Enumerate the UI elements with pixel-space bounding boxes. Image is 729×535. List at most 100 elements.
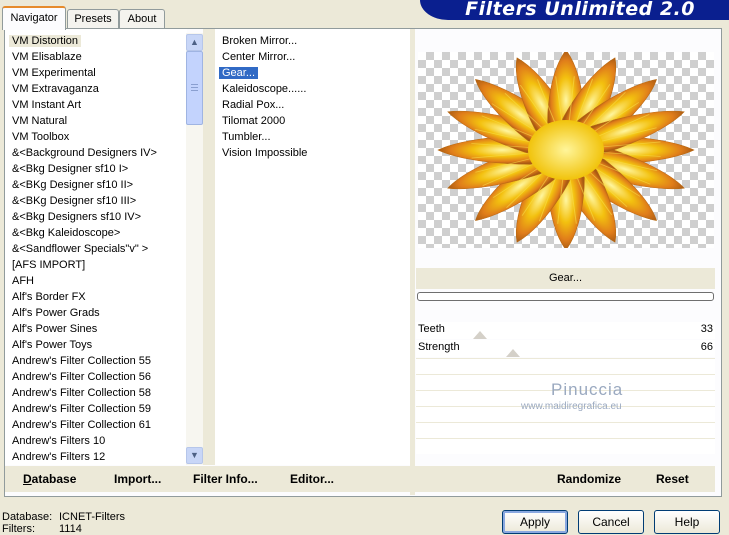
category-item[interactable]: VM Toolbox: [9, 129, 72, 145]
category-item-label: Andrew's Filter Collection 61: [12, 419, 152, 431]
randomize-button[interactable]: Randomize: [557, 466, 621, 492]
category-item-label: Andrew's Filter Collection 55: [12, 355, 152, 367]
filter-item[interactable]: Kaleidoscope......: [219, 81, 309, 97]
slider-thumb[interactable]: [473, 331, 487, 339]
filter-item-label: Kaleidoscope......: [222, 83, 307, 95]
category-item-label: Andrew's Filter Collection 59: [12, 403, 152, 415]
filter-item-label: Broken Mirror...: [222, 35, 298, 47]
empty-slider: [416, 438, 715, 454]
left-action-bar: Database Import... Filter Info... Editor…: [5, 466, 410, 492]
filter-item[interactable]: Vision Impossible: [219, 145, 310, 161]
filter-item-label: Center Mirror...: [222, 51, 296, 63]
tab-about[interactable]: About: [119, 9, 165, 28]
filter-item[interactable]: Tilomat 2000: [219, 113, 288, 129]
category-item[interactable]: Andrew's Filters 10: [9, 433, 108, 449]
slider-teeth[interactable]: Teeth 33: [416, 322, 715, 339]
filter-item-label: Tilomat 2000: [222, 115, 286, 127]
filter-item[interactable]: Gear...: [219, 65, 259, 81]
slider-label: Teeth: [418, 323, 445, 335]
right-action-bar: Randomize Reset: [415, 466, 715, 492]
category-item-label: &<Bkg Designers sf10 IV>: [12, 211, 142, 223]
tab-presets[interactable]: Presets: [67, 9, 119, 28]
category-item[interactable]: VM Distortion: [9, 33, 82, 49]
import-button[interactable]: Import...: [114, 466, 161, 492]
category-item-label: Andrew's Filter Collection 56: [12, 371, 152, 383]
slider-strength[interactable]: Strength 66: [416, 340, 715, 357]
category-item[interactable]: VM Natural: [9, 113, 70, 129]
category-item[interactable]: VM Instant Art: [9, 97, 84, 113]
category-item-label: &<Bkg Kaleidoscope>: [12, 227, 121, 239]
category-item[interactable]: &<BKg Designer sf10 II>: [9, 177, 136, 193]
filter-list[interactable]: Broken Mirror... Center Mirror... Gear... K…: [215, 29, 410, 465]
category-item-label: VM Natural: [12, 115, 68, 127]
database-button[interactable]: Database: [23, 466, 76, 492]
slider-value: 66: [700, 341, 713, 353]
filter-preview: [418, 52, 714, 248]
category-item[interactable]: VM Elisablaze: [9, 49, 85, 65]
category-item-label: &<Bkg Designer sf10 I>: [12, 163, 129, 175]
category-list[interactable]: VM Distortion VM Elisablaze VM Experimenta…: [5, 29, 187, 465]
column-divider: [410, 29, 415, 495]
category-item[interactable]: &<BKg Designer sf10 III>: [9, 193, 139, 209]
status-label: Database:: [2, 511, 53, 523]
status-value: ICNET-Filters: [59, 511, 125, 523]
category-item[interactable]: Alf's Border FX: [9, 289, 89, 305]
category-item-label: Andrew's Filters 10: [12, 435, 106, 447]
editor-button[interactable]: Editor...: [290, 466, 334, 492]
category-item-label: &<BKg Designer sf10 II>: [12, 179, 134, 191]
category-item[interactable]: VM Extravaganza: [9, 81, 102, 97]
category-item[interactable]: &<Bkg Designers sf10 IV>: [9, 209, 144, 225]
chevron-up-icon: ▲: [190, 37, 199, 47]
category-item[interactable]: &<Background Designers IV>: [9, 145, 160, 161]
category-item[interactable]: Andrew's Filter Collection 56: [9, 369, 154, 385]
category-item[interactable]: Alf's Power Sines: [9, 321, 100, 337]
filter-info-button[interactable]: Filter Info...: [193, 466, 258, 492]
scroll-thumb[interactable]: [186, 51, 203, 125]
filter-item-label: Gear...: [219, 67, 259, 79]
watermark-name: Pinuccia: [551, 380, 624, 399]
category-item[interactable]: [AFS IMPORT]: [9, 257, 88, 273]
tab-navigator[interactable]: Navigator: [2, 6, 66, 30]
category-item[interactable]: Andrew's Filters 12: [9, 449, 108, 465]
filter-item-label: Vision Impossible: [222, 147, 308, 159]
category-item[interactable]: Andrew's Filter Collection 59: [9, 401, 154, 417]
category-item[interactable]: Andrew's Filter Collection 58: [9, 385, 154, 401]
watermark-url: www.maidiregrafica.eu: [521, 401, 622, 412]
category-item[interactable]: Alf's Power Toys: [9, 337, 95, 353]
category-item-label: &<BKg Designer sf10 III>: [12, 195, 137, 207]
category-scrollbar[interactable]: ▲ ▼: [186, 33, 203, 465]
category-item[interactable]: Andrew's Filter Collection 55: [9, 353, 154, 369]
category-item-label: Alf's Power Grads: [12, 307, 100, 319]
cancel-button[interactable]: Cancel: [578, 510, 644, 534]
empty-slider: [416, 358, 715, 374]
category-item[interactable]: AFH: [9, 273, 37, 289]
filter-item[interactable]: Tumbler...: [219, 129, 274, 145]
category-item[interactable]: &<Bkg Designer sf10 I>: [9, 161, 131, 177]
category-item[interactable]: &<Sandflower Specials"v" >: [9, 241, 151, 257]
filter-item[interactable]: Broken Mirror...: [219, 33, 300, 49]
filter-item[interactable]: Center Mirror...: [219, 49, 298, 65]
filter-item[interactable]: Radial Pox...: [219, 97, 287, 113]
slider-thumb[interactable]: [506, 349, 520, 357]
chevron-down-icon: ▼: [190, 450, 199, 460]
status-filters: Filters: 1114: [2, 523, 82, 535]
category-item-label: Alf's Power Sines: [12, 323, 98, 335]
empty-slider: [416, 422, 715, 438]
reset-button[interactable]: Reset: [656, 466, 689, 492]
category-item-label: &<Background Designers IV>: [12, 147, 157, 159]
category-item-label: VM Toolbox: [12, 131, 70, 143]
help-button[interactable]: Help: [654, 510, 720, 534]
category-item[interactable]: Andrew's Filter Collection 61: [9, 417, 154, 433]
category-item[interactable]: VM Experimental: [9, 65, 99, 81]
category-item[interactable]: Alf's Power Grads: [9, 305, 103, 321]
progress-bar: [417, 292, 714, 301]
category-item[interactable]: &<Bkg Kaleidoscope>: [9, 225, 123, 241]
status-database: Database: ICNET-Filters: [2, 511, 125, 523]
category-item-label: Alf's Border FX: [12, 291, 86, 303]
category-item-label: Andrew's Filters 12: [12, 451, 106, 463]
column-divider: [203, 29, 215, 465]
scroll-up-button[interactable]: ▲: [186, 34, 203, 51]
scroll-down-button[interactable]: ▼: [186, 447, 203, 464]
filter-item-label: Tumbler...: [222, 131, 271, 143]
apply-button[interactable]: Apply: [502, 510, 568, 534]
